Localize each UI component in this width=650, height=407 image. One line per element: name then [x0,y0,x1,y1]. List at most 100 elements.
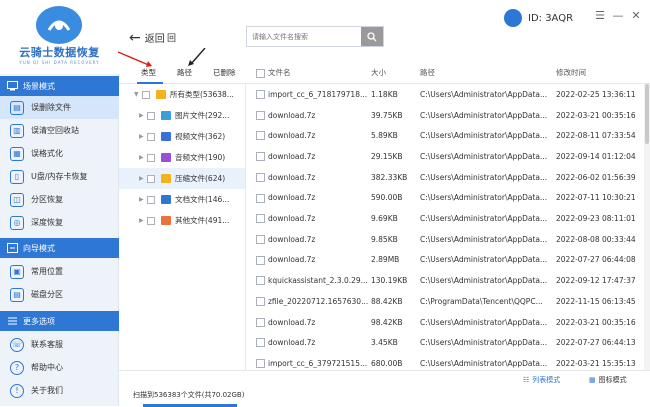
home-button[interactable]: 回 [167,31,176,44]
table-row[interactable]: download.7z 29.15KB C:\Users\Administrator… [246,146,644,167]
chevron-right-icon[interactable]: ▶ [139,175,147,182]
info-icon: ! [10,383,24,398]
chevron-right-icon[interactable]: ▶ [139,133,147,140]
checkbox[interactable] [147,132,155,141]
sidebar-item-support[interactable]: ☏ 联系客服 [0,333,119,356]
cell-name: download.7z [268,214,316,224]
table-row[interactable]: download.7z 3.45KB C:\Users\Administrator\… [246,332,644,353]
chevron-right-icon[interactable]: ▶ [139,196,147,203]
location-icon: ▣ [10,264,24,279]
search-button[interactable] [361,27,383,46]
column-path[interactable]: 路径 [420,67,435,78]
list-view-button[interactable]: ☷ 列表模式 [523,375,560,385]
row-checkbox[interactable] [256,152,265,162]
search-input[interactable] [247,27,361,46]
sidebar-item-format[interactable]: ▦ 误格式化 [0,142,119,165]
column-name[interactable]: 文件名 [268,67,291,78]
table-row[interactable]: download.7z 590.00B C:\Users\Administrator… [246,188,644,209]
row-checkbox[interactable] [256,90,265,99]
chevron-down-icon[interactable]: ▼ [134,91,142,98]
cell-name: download.7z [268,151,316,161]
tree-node[interactable]: ▶ 文档文件(146... [119,189,245,210]
row-checkbox[interactable] [256,172,265,182]
menu-icon[interactable]: ☰ [593,8,607,22]
table-row[interactable]: download.7z 382.33KB C:\Users\Administrato… [246,167,644,188]
table-row[interactable]: download.7z 2.89MB C:\Users\Administrator\… [246,250,644,271]
search-icon [367,31,377,41]
cell-path: C:\Users\Administrator\AppData... [420,276,548,286]
sidebar-item-about[interactable]: ! 关于我们 [0,379,119,402]
tree-node[interactable]: ▶ 音频文件(190) [119,147,245,168]
sidebar-item-recycle-bin[interactable]: ▥ 误清空回收站 [0,119,119,142]
sidebar-item-common-locations[interactable]: ▣ 常用位置 [0,260,119,283]
status-bar: 扫描到536383个文件(共70.02GB) ☷ 列表模式 ▦ 图标模式 [119,370,650,407]
table-row[interactable]: download.7z 39.75KB C:\Users\Administrator… [246,105,644,126]
tree-node[interactable]: ▶ 压缩文件(624) [119,168,245,189]
sidebar-item-disk-partition[interactable]: ▤ 磁盘分区 [0,283,119,306]
close-icon[interactable]: ✕ [629,8,643,22]
cell-modified: 2022-08-11 07:33:54 [556,131,636,141]
checkbox[interactable] [142,90,150,99]
row-checkbox[interactable] [256,276,265,286]
table-row[interactable]: import_cc_6_379721515... 680.00B C:\Users\… [246,353,644,370]
minimize-icon[interactable]: — [611,8,625,22]
tree-node[interactable]: ▶ 视频文件(362) [119,126,245,147]
chevron-right-icon[interactable]: ▶ [139,154,147,161]
row-checkbox[interactable] [256,297,265,306]
grid-view-button[interactable]: ▦ 图标模式 [589,375,627,385]
tree-node[interactable]: ▶ 图片文件(292... [119,105,245,126]
row-checkbox[interactable] [256,338,265,348]
back-button[interactable]: ← 返回 [129,29,165,46]
sidebar-item-usb[interactable]: ▯ U盘/内存卡恢复 [0,165,119,188]
cell-size: 3.45KB [371,338,398,348]
section-scenario: 场景模式 [0,76,119,96]
column-modified[interactable]: 修改时间 [556,67,586,78]
row-checkbox[interactable] [256,131,265,141]
sidebar-item-label: 关于我们 [31,386,63,395]
row-checkbox[interactable] [256,214,265,224]
table-row[interactable]: download.7z 9.85KB C:\Users\Administrator\… [246,229,644,250]
table-row[interactable]: download.7z 9.69KB C:\Users\Administrator\… [246,208,644,229]
checkbox[interactable] [147,216,155,225]
table-header: 文件名 大小 路径 修改时间 [246,62,650,84]
row-checkbox[interactable] [256,255,265,265]
tree-node-label: 其他文件(491... [175,216,230,225]
vertical-scrollbar[interactable] [644,84,650,376]
table-row[interactable]: download.7z 5.89KB C:\Users\Administrator\… [246,125,644,146]
table-row[interactable]: import_cc_6_718179718... 1.18KB C:\Users\A… [246,84,644,105]
tree-node[interactable]: ▶ 其他文件(491... [119,210,245,231]
list-view-icon: ☷ [523,376,530,384]
checkbox[interactable] [147,195,155,204]
cell-name: download.7z [268,193,316,203]
cell-path: C:\Users\Administrator\AppData... [420,338,548,348]
row-checkbox[interactable] [256,234,265,244]
tree-node[interactable]: ▼ 所有类型(53638... [119,84,245,105]
sidebar-item-deep-scan[interactable]: ◎ 深度恢复 [0,211,119,234]
checkbox[interactable] [147,174,155,183]
sidebar-item-deleted-files[interactable]: ▤ 误删除文件 [0,96,119,119]
checkbox[interactable] [147,153,155,162]
chevron-right-icon[interactable]: ▶ [139,217,147,224]
checkbox[interactable] [147,111,155,120]
tab-deleted[interactable]: 已删除 [213,67,236,78]
select-all-checkbox[interactable] [256,69,265,78]
table-row[interactable]: zfile_20220712.1657630... 88.42KB C:\Progr… [246,291,644,312]
sidebar-item-label: 误格式化 [31,149,63,158]
table-row[interactable]: download.7z 98.42KB C:\Users\Administrator… [246,312,644,333]
user-info[interactable]: ID: 3AQR [504,9,573,27]
cell-name: download.7z [268,255,316,265]
arrow-left-icon: ← [129,29,141,46]
row-checkbox[interactable] [256,193,265,203]
sidebar-item-partition[interactable]: ◫ 分区恢复 [0,188,119,211]
app-logo: 云骑士数据恢复 YUN QI SHI DATA RECOVERY [0,0,119,74]
column-size[interactable]: 大小 [371,67,386,78]
row-checkbox[interactable] [256,317,265,327]
cell-size: 1.18KB [371,89,398,99]
chevron-right-icon[interactable]: ▶ [139,112,147,119]
scrollbar-thumb[interactable] [645,84,649,144]
sidebar-item-help[interactable]: ? 帮助中心 [0,356,119,379]
table-row[interactable]: kquickassistant_2.3.0.29... 130.19KB C:\Us… [246,270,644,291]
row-checkbox[interactable] [256,359,265,369]
sidebar-item-label: 深度恢复 [31,218,63,227]
row-checkbox[interactable] [256,110,265,120]
